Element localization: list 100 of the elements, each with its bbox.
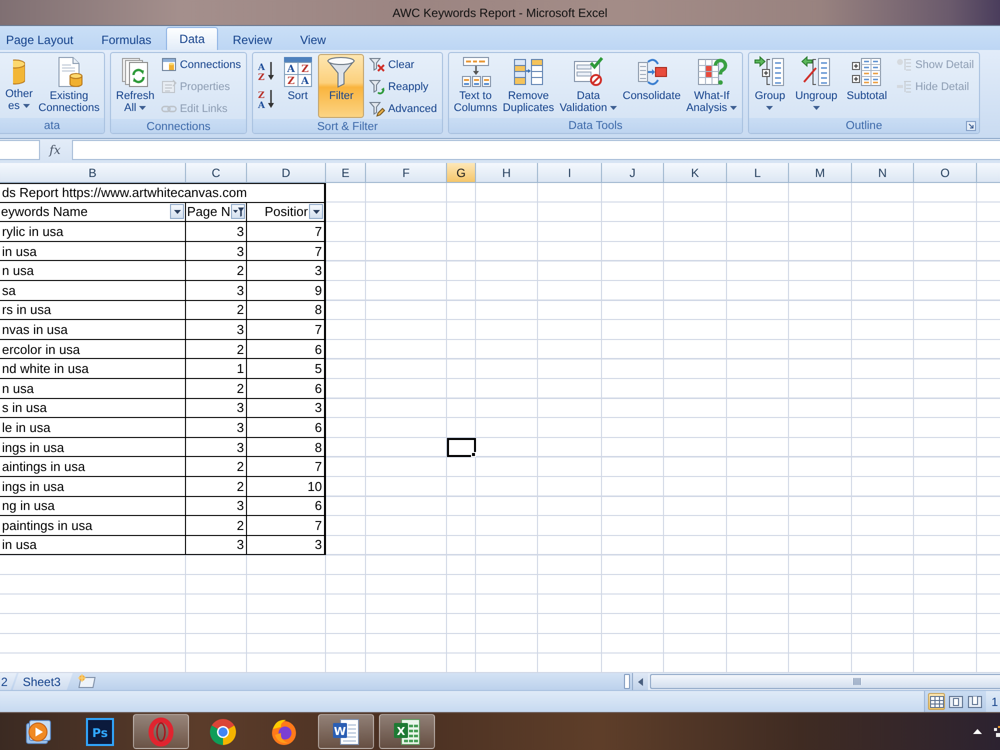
ribbon-button[interactable]: Other es [2, 54, 36, 118]
view-button[interactable] [966, 693, 984, 710]
remove-duplicates-icon [512, 56, 544, 88]
table-cell: paintings in usa [0, 516, 186, 536]
sheet-tab[interactable]: Sheet3 [12, 673, 73, 690]
column-header[interactable]: C [186, 163, 247, 182]
column-header[interactable]: N [852, 163, 914, 182]
header-label: eywords Name [1, 204, 88, 220]
table-cell: 3 [186, 418, 247, 438]
column-header[interactable]: O [914, 163, 977, 182]
filter-dropdown-button[interactable] [309, 204, 323, 220]
table-cell: 6 [247, 378, 326, 399]
insert-function-button[interactable]: fx [40, 140, 70, 160]
ribbon-button[interactable]: Existing Connections [36, 54, 102, 118]
taskbar-button[interactable]: W [318, 714, 374, 749]
table-cell: 3 [247, 398, 326, 418]
scroll-left-button[interactable] [633, 673, 648, 690]
segmented-circle-icon [208, 716, 238, 746]
table-cell: 9 [247, 280, 326, 301]
text-to-columns-icon [460, 56, 492, 88]
column-header[interactable]: M [789, 163, 852, 182]
column-header[interactable]: I [538, 163, 602, 182]
ps-tile-icon: Ps [84, 716, 114, 746]
zoom-level: 1 [991, 694, 999, 708]
page-break-icon [968, 696, 982, 708]
ribbon-button[interactable]: Ungroup [792, 54, 840, 118]
table-cell: 8 [247, 438, 326, 458]
ribbon-button[interactable]: Clear [366, 55, 440, 75]
fill-handle[interactable] [471, 452, 476, 458]
ribbon-button[interactable]: Group [751, 54, 789, 118]
caret-icon [174, 210, 180, 214]
filter-icon [325, 56, 358, 88]
subtotal-icon [850, 56, 883, 88]
page-icon [948, 696, 963, 708]
ribbon-button[interactable]: Remove Duplicates [500, 54, 557, 118]
table-cell: 7 [247, 457, 326, 477]
column-header[interactable]: K [664, 163, 727, 182]
ribbon-button[interactable]: Subtotal [844, 54, 890, 118]
ribbon-tab[interactable]: Data [166, 27, 218, 50]
table-cell: in usa [0, 536, 186, 556]
filter-dropdown-button[interactable] [231, 204, 246, 220]
ribbon-tab[interactable]: View [287, 29, 339, 50]
table-cell: 7 [247, 320, 326, 340]
table-cell: ings in usa [0, 438, 186, 458]
table-cell: 3 [186, 536, 247, 556]
ribbon-button[interactable]: Data Validation [556, 54, 620, 118]
table-cell: 2 [186, 261, 247, 281]
column-header[interactable]: D [247, 163, 326, 182]
properties-icon [160, 79, 177, 95]
active-cell[interactable] [447, 438, 476, 458]
ribbon-button[interactable]: Advanced [366, 99, 440, 119]
column-header[interactable]: J [602, 163, 664, 182]
header-label: Page N [187, 204, 230, 220]
ribbon-button[interactable]: Refresh All [113, 54, 158, 118]
ribbon-button[interactable]: What-If Analysis [683, 54, 740, 118]
ribbon-button[interactable]: Reapply [366, 77, 440, 97]
ribbon-button[interactable]: Text to Columns [451, 54, 500, 118]
advanced-filter-icon [369, 101, 386, 117]
horizontal-scrollbar[interactable] [632, 673, 1000, 690]
scroll-thumb[interactable] [650, 674, 1000, 689]
connections-icon [160, 57, 177, 73]
tab-split-handle[interactable] [624, 674, 630, 689]
column-header[interactable]: L [727, 163, 789, 182]
table-cell: 6 [247, 496, 326, 516]
column-header[interactable]: B [0, 163, 186, 182]
table-cell: 3 [186, 242, 247, 262]
tray-icon[interactable] [994, 726, 1000, 738]
ribbon-button[interactable]: Connections [158, 55, 244, 75]
left-arrow-icon [638, 678, 643, 686]
table-cell: 3 [247, 261, 326, 281]
ribbon-button[interactable]: A Z Z A Sort [278, 54, 317, 118]
view-button[interactable] [928, 693, 946, 710]
ribbon-button[interactable]: Consolidate [620, 54, 684, 118]
formula-input[interactable] [72, 140, 1000, 160]
view-button[interactable] [947, 693, 964, 710]
taskbar-button[interactable]: Ps [72, 714, 128, 749]
table-cell: 2 [186, 476, 247, 496]
ribbon-tab[interactable]: Review [220, 29, 286, 50]
column-header[interactable]: E [326, 163, 366, 182]
table-cell: ng in usa [0, 496, 186, 516]
consolidate-icon [636, 56, 668, 88]
filter-dropdown-button[interactable] [170, 204, 184, 220]
table-cell: 7 [247, 516, 326, 536]
title-cell: ds Report https://www.artwhitecanvas.com [0, 183, 326, 203]
table-cell: 6 [247, 340, 326, 360]
hide-detail-icon [896, 79, 912, 95]
ribbon-tab[interactable]: Formulas [88, 29, 164, 50]
show-hidden-icons-button[interactable] [973, 729, 982, 734]
sheet-tab[interactable]: 2 [0, 673, 17, 690]
show-detail-icon [896, 57, 912, 73]
taskbar-button[interactable]: X [379, 714, 435, 749]
table-cell: rs in usa [0, 300, 186, 320]
ribbon-button[interactable]: Filter [318, 54, 364, 118]
group-label: Connections [146, 121, 210, 133]
table-cell: 6 [247, 418, 326, 438]
ribbon-tab[interactable]: Page Layout [0, 29, 86, 50]
clear-filter-icon [369, 57, 386, 73]
column-header[interactable]: H [476, 163, 538, 182]
dialog-launcher-icon[interactable] [966, 121, 976, 131]
column-header[interactable]: G [447, 163, 476, 182]
